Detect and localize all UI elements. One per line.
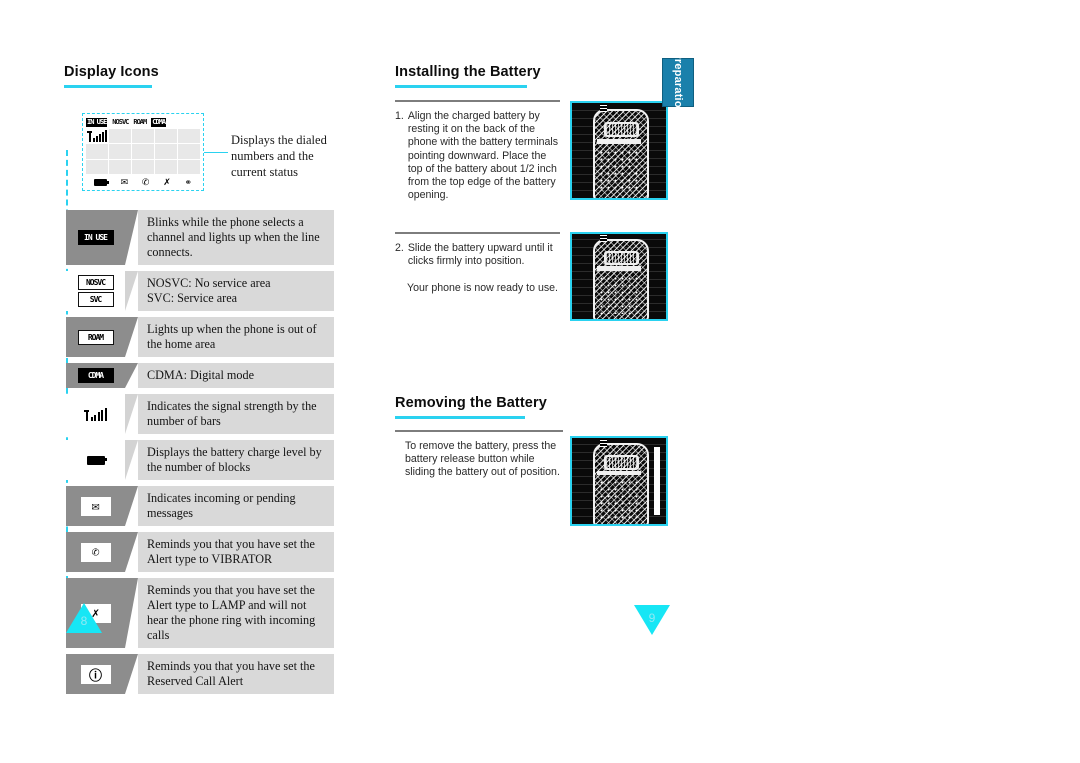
manual-page-spread: Display Icons IN USE NOSVC ROAM CDMA ✉ ✆	[0, 0, 1080, 763]
row-slant	[125, 210, 138, 265]
icon-description: Reminds you that you have set the Reserv…	[138, 654, 334, 694]
icon-cell: ⓘ	[66, 654, 125, 694]
icon-cell: ✆	[66, 532, 125, 572]
message-envelope-icon: ✉	[80, 496, 111, 516]
icon-cell: ROAM	[66, 317, 125, 357]
icon-description: Reminds you that you have set the Alert …	[138, 532, 334, 572]
display-top-indicator-bar: IN USE NOSVC ROAM CDMA	[86, 117, 200, 128]
display-bottom-icon-bar: ✉ ✆ ✗ ⚭	[87, 176, 199, 188]
page-title: Display Icons	[64, 64, 159, 80]
row-slant	[125, 532, 138, 572]
icon-description: Indicates the signal strength by the num…	[138, 394, 334, 434]
cdma-icon: CDMA	[77, 368, 114, 383]
display-indicator-nosvc: NOSVC	[112, 118, 129, 126]
table-row: Displays the battery charge level by the…	[66, 440, 334, 480]
section-divider	[395, 100, 560, 102]
row-slant	[125, 271, 138, 311]
icon-description: Indicates incoming or pending messages	[138, 486, 334, 526]
phone-battery-release-photo	[570, 436, 668, 526]
icon-cell	[66, 440, 125, 480]
display-icon-legend-table: IN USE Blinks while the phone selects a …	[66, 210, 334, 700]
remove-instructions-block: To remove the battery, press the battery…	[395, 430, 563, 480]
step-number: 2.	[395, 242, 404, 254]
icon-description: Displays the battery charge level by the…	[138, 440, 334, 480]
table-row: ✗ Reminds you that you have set the Aler…	[66, 578, 334, 648]
icon-cell: CDMA	[66, 363, 125, 388]
icon-cell: NOSVC SVC	[66, 271, 125, 311]
vibrator-alert-icon: ✆	[80, 542, 111, 562]
title-underline	[395, 416, 525, 419]
svc-icon: SVC	[77, 292, 114, 307]
callout-leader-line	[204, 152, 228, 153]
icon-description: NOSVC: No service area SVC: Service area	[138, 271, 334, 311]
row-slant	[125, 654, 138, 694]
row-slant	[125, 440, 138, 480]
install-step-1-block: 1. Align the charged battery by resting …	[395, 100, 560, 202]
reserved-call-alert-icon: ⓘ	[80, 664, 111, 684]
section-title-installing: Installing the Battery	[395, 64, 541, 80]
display-indicator-in-use: IN USE	[86, 118, 107, 127]
row-slant	[125, 394, 138, 434]
table-row: ROAM Lights up when the phone is out of …	[66, 317, 334, 357]
title-underline	[64, 85, 152, 88]
clock-icon: ⚭	[184, 176, 193, 187]
section-tab-preparation[interactable]: Preparation	[662, 51, 694, 114]
icon-cell: IN USE	[66, 210, 125, 265]
icon-description: Reminds you that you have set the Alert …	[138, 578, 334, 648]
title-underline	[395, 85, 527, 88]
phone-battery-slide-photo	[570, 232, 668, 321]
roam-icon: ROAM	[77, 329, 114, 345]
step-text: Slide the battery upward until it clicks…	[407, 242, 553, 268]
icon-description: Blinks while the phone selects a channel…	[138, 210, 334, 265]
display-indicator-cdma: CDMA	[151, 118, 167, 127]
table-row: ⓘ Reminds you that you have set the Rese…	[66, 654, 334, 694]
table-row: IN USE Blinks while the phone selects a …	[66, 210, 334, 265]
display-callout-text: Displays the dialed numbers and the curr…	[231, 133, 327, 179]
envelope-icon: ✉	[120, 176, 129, 187]
in-use-icon: IN USE	[77, 230, 114, 245]
page-number-value: 9	[648, 611, 656, 625]
section-tab-shadow: Preparation	[671, 103, 685, 125]
page-number-right: 9	[634, 605, 670, 635]
left-page-title-group: Display Icons	[64, 64, 264, 88]
row-slant	[125, 486, 138, 526]
display-indicator-roam: ROAM	[133, 118, 147, 126]
icon-description: Lights up when the phone is out of the h…	[138, 317, 334, 357]
install-step-2: 2. Slide the battery upward until it cli…	[395, 242, 560, 268]
battery-icon	[93, 178, 109, 186]
section-title-removing: Removing the Battery	[395, 395, 547, 411]
install-step-2-note: Your phone is now ready to use.	[407, 282, 558, 295]
table-row: CDMA CDMA: Digital mode	[66, 363, 334, 388]
section-divider	[395, 430, 563, 432]
row-slant	[125, 317, 138, 357]
removing-battery-title-group: Removing the Battery	[395, 395, 635, 419]
page-number-value: 8	[80, 614, 88, 628]
display-signal-strength-icon	[87, 130, 107, 142]
table-row: ✉ Indicates incoming or pending messages	[66, 486, 334, 526]
vibrator-icon: ✆	[141, 176, 150, 187]
lamp-icon: ✗	[163, 176, 171, 187]
icon-cell: ✉	[66, 486, 125, 526]
step-text: Align the charged battery by resting it …	[407, 110, 559, 202]
icon-cell	[66, 394, 125, 434]
installing-battery-title-group: Installing the Battery	[395, 64, 635, 88]
table-row: Indicates the signal strength by the num…	[66, 394, 334, 434]
step-number: 1.	[395, 110, 404, 122]
phone-display-mockup: IN USE NOSVC ROAM CDMA ✉ ✆ ✗ ⚭	[82, 113, 204, 191]
table-row: ✆ Reminds you that you have set the Aler…	[66, 532, 334, 572]
install-step-1: 1. Align the charged battery by resting …	[395, 110, 560, 202]
table-row: NOSVC SVC NOSVC: No service area SVC: Se…	[66, 271, 334, 311]
nosvc-icon: NOSVC	[77, 275, 114, 290]
install-step-2-block: 2. Slide the battery upward until it cli…	[395, 232, 560, 296]
page-number-left: 8	[66, 603, 102, 633]
signal-strength-icon	[81, 405, 110, 423]
icon-description: CDMA: Digital mode	[138, 363, 334, 388]
phone-back-with-battery-photo	[570, 101, 668, 200]
section-divider	[395, 232, 560, 234]
battery-icon	[86, 455, 107, 465]
remove-step-text: To remove the battery, press the battery…	[405, 440, 560, 479]
row-slant	[125, 363, 138, 388]
row-slant	[125, 578, 138, 648]
